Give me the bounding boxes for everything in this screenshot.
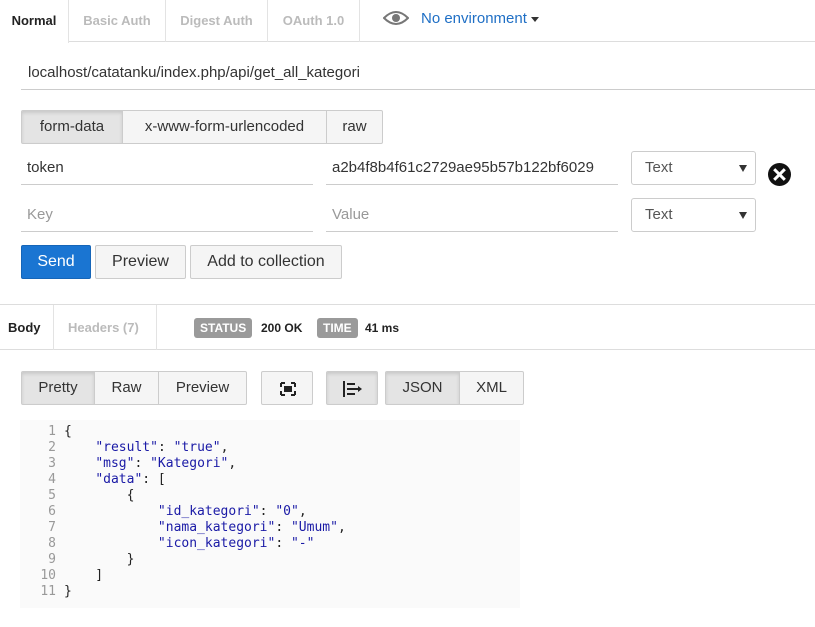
tab-normal[interactable]: Normal bbox=[0, 0, 69, 43]
line-number: 9 bbox=[48, 552, 56, 567]
tab-digest-auth[interactable]: Digest Auth bbox=[166, 0, 268, 42]
body-type-form-data[interactable]: form-data bbox=[21, 110, 123, 144]
format-json[interactable]: JSON bbox=[385, 371, 460, 405]
line-number: 7 bbox=[48, 520, 56, 535]
code-line: "nama_kategori": "Umum", bbox=[157, 520, 346, 535]
remove-param-icon[interactable] bbox=[768, 163, 791, 186]
tab-headers[interactable]: Headers (7) bbox=[54, 305, 157, 350]
new-param-type-select[interactable]: Text bbox=[631, 198, 756, 232]
time-value: 41 ms bbox=[365, 321, 400, 335]
line-number: 2 bbox=[48, 440, 56, 455]
eye-icon[interactable] bbox=[382, 10, 410, 26]
time-badge: TIME bbox=[317, 318, 358, 338]
tab-body[interactable]: Body bbox=[0, 305, 54, 350]
environment-selector[interactable]: No environment bbox=[382, 8, 539, 28]
response-code: { "result": "true", "msg": "Kategori", "… bbox=[64, 424, 346, 600]
code-line: } bbox=[64, 552, 135, 567]
tab-oauth[interactable]: OAuth 1.0 bbox=[268, 0, 360, 42]
code-line: "icon_kategori": "-" bbox=[157, 536, 315, 551]
code-line: { bbox=[64, 424, 72, 439]
new-value-input[interactable]: Value bbox=[326, 198, 618, 232]
line-number: 3 bbox=[48, 456, 56, 471]
fullscreen-icon bbox=[280, 382, 296, 396]
status-badge: STATUS bbox=[194, 318, 253, 338]
body-type-urlencoded[interactable]: x-www-form-urlencoded bbox=[122, 110, 327, 144]
param-key-input[interactable]: token bbox=[21, 151, 313, 185]
new-param-type-label: Text bbox=[645, 206, 673, 223]
line-number: 1 bbox=[48, 424, 56, 439]
view-mode-group: Pretty Raw Preview bbox=[21, 371, 247, 405]
status-value: 200 OK bbox=[261, 321, 303, 335]
view-pretty[interactable]: Pretty bbox=[21, 371, 95, 405]
send-button[interactable]: Send bbox=[21, 245, 91, 279]
param-type-label: Text bbox=[645, 159, 673, 176]
new-key-input[interactable]: Key bbox=[21, 198, 313, 232]
url-input[interactable]: localhost/catatanku/index.php/api/get_al… bbox=[21, 56, 815, 90]
code-line: "result": "true", bbox=[95, 440, 229, 455]
add-to-collection-button[interactable]: Add to collection bbox=[190, 245, 342, 279]
wrap-lines-icon bbox=[343, 381, 362, 397]
param-type-select[interactable]: Text bbox=[631, 151, 756, 185]
environment-label[interactable]: No environment bbox=[421, 10, 527, 27]
param-value-input[interactable]: a2b4f8b4f61c2729ae95b57b122bf6029 bbox=[326, 151, 618, 185]
line-number: 11 bbox=[40, 584, 56, 599]
code-line: "msg": "Kategori", bbox=[95, 456, 237, 471]
chevron-down-icon[interactable] bbox=[530, 16, 539, 22]
dropdown-arrow-icon bbox=[739, 165, 747, 172]
code-line: } bbox=[64, 584, 72, 599]
format-group: JSON XML bbox=[385, 371, 524, 405]
body-type-group: form-data x-www-form-urlencoded raw bbox=[21, 110, 383, 144]
preview-button[interactable]: Preview bbox=[95, 245, 186, 279]
code-line: "id_kategori": "0", bbox=[157, 504, 307, 519]
wrap-lines-button[interactable] bbox=[326, 371, 378, 405]
code-line: ] bbox=[64, 568, 104, 583]
body-type-raw[interactable]: raw bbox=[326, 110, 383, 144]
view-preview[interactable]: Preview bbox=[158, 371, 247, 405]
line-number: 8 bbox=[48, 536, 56, 551]
line-number: 10 bbox=[40, 568, 56, 583]
fullscreen-button[interactable] bbox=[261, 371, 313, 405]
tab-basic-auth[interactable]: Basic Auth bbox=[69, 0, 166, 42]
response-tabs: Body Headers (7) STATUS 200 OK TIME 41 m… bbox=[0, 304, 815, 350]
line-numbers: 1 2 3 4 5 6 7 8 9 10 11 bbox=[20, 424, 56, 600]
code-line: "data": [ bbox=[95, 472, 166, 487]
line-number: 6 bbox=[48, 504, 56, 519]
view-raw[interactable]: Raw bbox=[94, 371, 159, 405]
code-line: { bbox=[64, 488, 135, 503]
format-xml[interactable]: XML bbox=[459, 371, 524, 405]
line-number: 4 bbox=[48, 472, 56, 487]
response-body[interactable]: 1 2 3 4 5 6 7 8 9 10 11 { "result": "true", "msg":… bbox=[20, 420, 520, 608]
dropdown-arrow-icon bbox=[739, 212, 747, 219]
line-number: 5 bbox=[48, 488, 56, 503]
